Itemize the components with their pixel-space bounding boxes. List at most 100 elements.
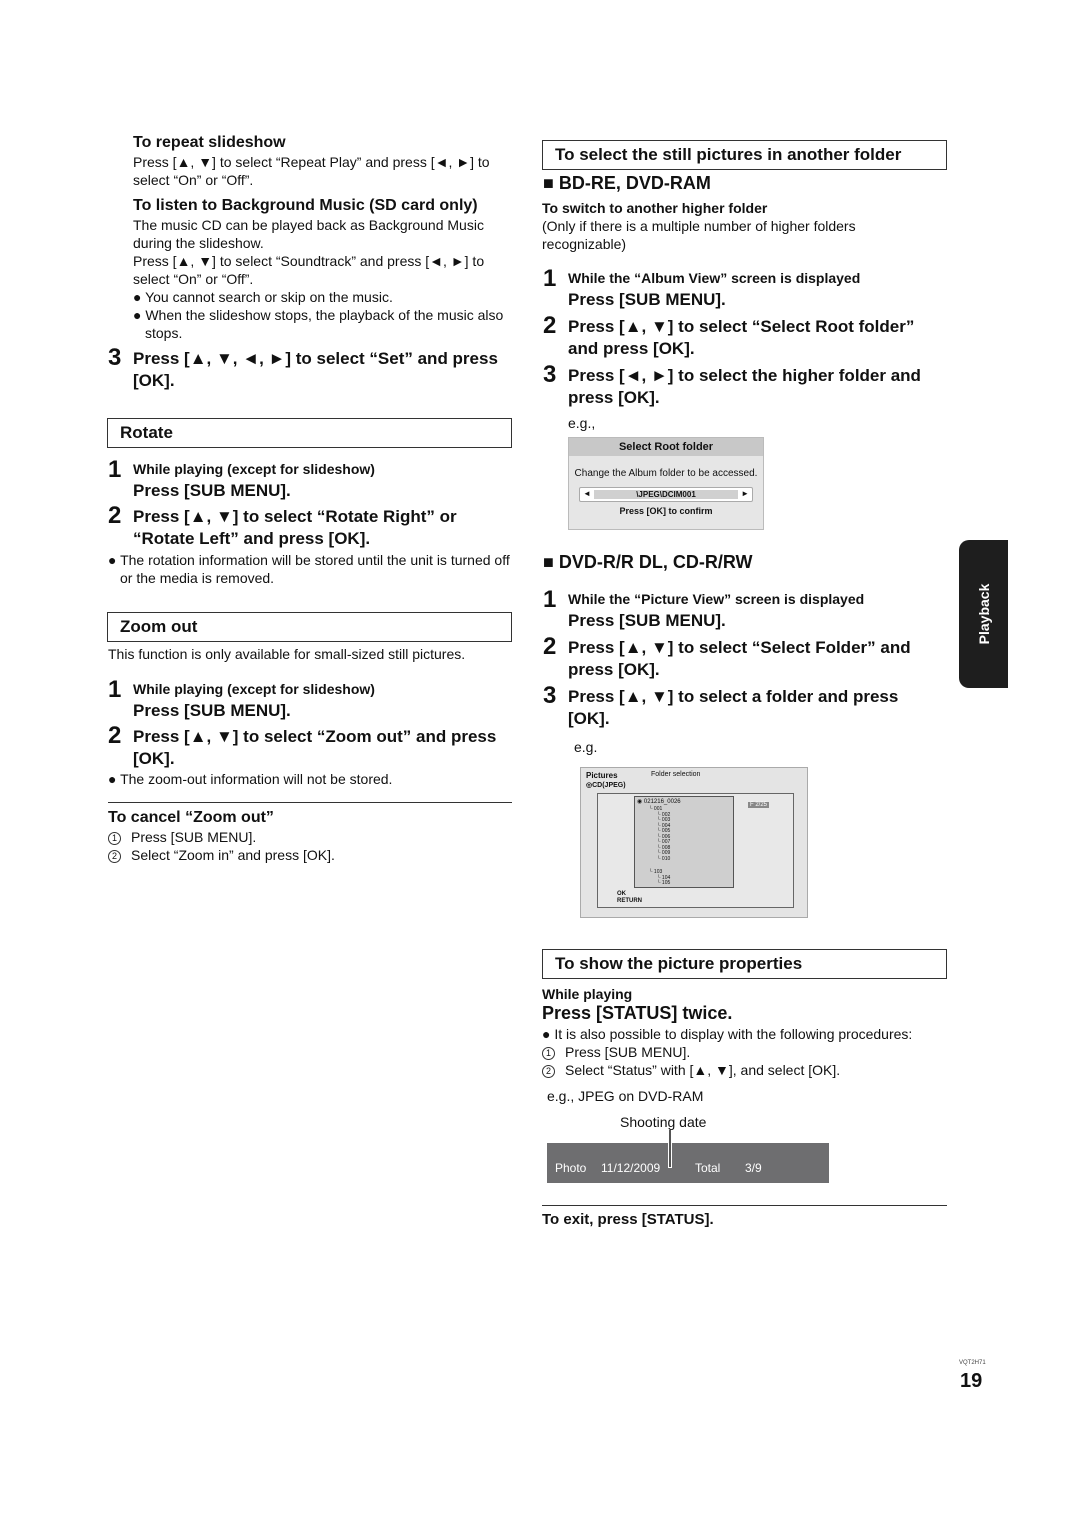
media-label: ◎CD(JPEG) xyxy=(586,782,626,789)
total-value: 3/9 xyxy=(745,1161,762,1175)
step-number: 1 xyxy=(108,676,122,703)
step-number: 3 xyxy=(543,682,557,709)
item-text: Press [SUB MENU]. xyxy=(131,829,257,845)
cancel-zoom-out: To cancel “Zoom out” 1 Press [SUB MENU]. … xyxy=(108,808,513,864)
heading: To repeat slideshow xyxy=(133,134,286,151)
step-text: Press [SUB MENU]. xyxy=(568,611,726,630)
zoom-note: ● The zoom-out information will not be s… xyxy=(108,771,393,787)
folder-step-1: 1 While the “Album View” screen is displ… xyxy=(543,265,953,311)
shooting-date-callout: Shooting date xyxy=(620,1114,707,1130)
circled-number: 1 xyxy=(108,832,121,845)
divider xyxy=(542,1205,947,1206)
bullet: ● When the slideshow stops, the playback… xyxy=(133,307,504,341)
circled-number: 2 xyxy=(108,850,121,863)
side-tab-playback: Playback xyxy=(959,540,1008,688)
zoom-step-2: 2 Press [▲, ▼] to select “Zoom out” and … xyxy=(108,722,498,770)
step-number: 1 xyxy=(108,456,122,483)
heading: To switch to another higher folder xyxy=(542,200,768,216)
item-text: Press [SUB MENU]. xyxy=(565,1044,691,1060)
step-number: 1 xyxy=(543,586,557,613)
select-root-folder-screen: Select Root folder Change the Album fold… xyxy=(568,437,764,530)
screen-heading: Folder selection xyxy=(651,771,701,778)
section-dvd-r-cd-r: ■ DVD-R/R DL, CD-R/RW xyxy=(543,552,753,572)
item-text: Select “Status” with [▲, ▼], and select … xyxy=(565,1062,841,1078)
right-arrow-icon: ► xyxy=(741,489,749,498)
step-number: 1 xyxy=(543,265,557,292)
another-folder-header: To select the still pictures in another … xyxy=(542,140,947,170)
picture-properties-header: To show the picture properties xyxy=(542,949,947,979)
screen-title: Select Root folder xyxy=(569,438,763,456)
step-number: 2 xyxy=(543,633,557,660)
rotate-header: Rotate xyxy=(107,418,512,448)
confirm-hint: Press [OK] to confirm xyxy=(619,506,713,516)
body: Press [▲, ▼] to select “Soundtrack” and … xyxy=(133,253,485,287)
folder2-step-3: 3 Press [▲, ▼] to select a folder and pr… xyxy=(543,682,938,730)
rotate-step-2: 2 Press [▲, ▼] to select “Rotate Right” … xyxy=(108,502,498,550)
body: Press [▲, ▼] to select “Repeat Play” and… xyxy=(133,154,490,188)
zoom-intro: This function is only available for smal… xyxy=(108,646,466,662)
return-hint: RETURN xyxy=(617,898,642,904)
folder-item[interactable]: └ 105 xyxy=(649,880,670,887)
step-condition: While playing (except for slideshow) xyxy=(133,681,375,697)
step-text: Press [▲, ▼, ◄, ►] to select “Set” and p… xyxy=(133,349,498,390)
folder-path: \JPEG\DCIM001 xyxy=(594,490,738,499)
side-tab-label: Playback xyxy=(975,583,992,645)
rotate-note: ● The rotation information will be store… xyxy=(108,552,510,586)
rotate-step-1: 1 While playing (except for slideshow) P… xyxy=(108,456,518,502)
step-text: Press [▲, ▼] to select a folder and pres… xyxy=(568,687,899,728)
step-number: 3 xyxy=(108,344,122,371)
status-bar: Photo 11/12/2009 Total 3/9 xyxy=(547,1143,829,1183)
instruction: Press [STATUS] twice. xyxy=(542,1003,733,1023)
example-label: e.g., xyxy=(568,415,596,431)
circled-number: 1 xyxy=(542,1047,555,1060)
item-text: Select “Zoom in” and press [OK]. xyxy=(131,847,335,863)
folder-tree[interactable]: ◉ 021216_0026 └ 001 └ 002 └ 003 └ 004 └ 005 └… xyxy=(634,796,734,888)
callout-line xyxy=(668,1130,672,1168)
shooting-date: 11/12/2009 xyxy=(601,1161,661,1175)
model-code: VQT2H71 xyxy=(959,1360,986,1366)
step-text: Press [▲, ▼] to select “Select Folder” a… xyxy=(568,638,911,679)
screen-message: Change the Album folder to be accessed. xyxy=(574,468,758,479)
step-text: Press [▲, ▼] to select “Zoom out” and pr… xyxy=(133,727,497,768)
bullet: ● It is also possible to display with th… xyxy=(542,1026,913,1042)
root-folder[interactable]: ◉ 021216_0026 xyxy=(637,798,681,805)
zoom-step-1: 1 While playing (except for slideshow) P… xyxy=(108,676,518,722)
folder-step-3: 3 Press [◄, ►] to select the higher fold… xyxy=(543,361,948,409)
step-text: Press [SUB MENU]. xyxy=(568,290,726,309)
body: (Only if there is a multiple number of h… xyxy=(542,218,856,252)
step-condition: While the “Album View” screen is display… xyxy=(568,270,861,286)
left-arrow-icon: ◄ xyxy=(583,489,591,498)
step-text: Press [▲, ▼] to select “Rotate Right” or… xyxy=(133,507,457,548)
circled-number: 2 xyxy=(542,1065,555,1078)
step-text: Press [▲, ▼] to select “Select Root fold… xyxy=(568,317,915,358)
heading: To listen to Background Music (SD card o… xyxy=(133,197,478,214)
zoom-out-header: Zoom out xyxy=(107,612,512,642)
step-number: 2 xyxy=(543,312,557,339)
page-number: 19 xyxy=(960,1370,983,1392)
divider xyxy=(108,802,512,803)
folder2-step-2: 2 Press [▲, ▼] to select “Select Folder”… xyxy=(543,633,948,681)
example-label: e.g. xyxy=(574,739,598,755)
folder2-step-1: 1 While the “Picture View” screen is dis… xyxy=(543,586,953,632)
screen-title: Pictures xyxy=(586,771,618,780)
step-3: 3 Press [▲, ▼, ◄, ►] to select “Set” and… xyxy=(108,344,498,392)
step-text: Press [SUB MENU]. xyxy=(133,481,291,500)
step-number: 2 xyxy=(108,722,122,749)
body: The music CD can be played back as Backg… xyxy=(133,217,484,251)
step-number: 2 xyxy=(108,502,122,529)
background-music: To listen to Background Music (SD card o… xyxy=(133,196,513,342)
folder-counter: F 2/25 xyxy=(747,802,769,808)
media-type: Photo xyxy=(555,1161,587,1175)
folder-item[interactable]: └ 010 xyxy=(649,856,670,863)
ok-hint: OK xyxy=(617,891,626,897)
higher-folder-note: To switch to another higher folder (Only… xyxy=(542,199,942,253)
repeat-slideshow: To repeat slideshow Press [▲, ▼] to sele… xyxy=(133,133,513,189)
condition: While playing xyxy=(542,986,633,1002)
step-number: 3 xyxy=(543,361,557,388)
bullet: ● You cannot search or skip on the music… xyxy=(133,289,393,305)
root-name: 021216_0026 xyxy=(643,799,681,805)
alternatives: ● It is also possible to display with th… xyxy=(542,1025,947,1079)
step-condition: While playing (except for slideshow) xyxy=(133,461,375,477)
exit-instruction: To exit, press [STATUS]. xyxy=(542,1211,714,1228)
step-text: Press [SUB MENU]. xyxy=(133,701,291,720)
